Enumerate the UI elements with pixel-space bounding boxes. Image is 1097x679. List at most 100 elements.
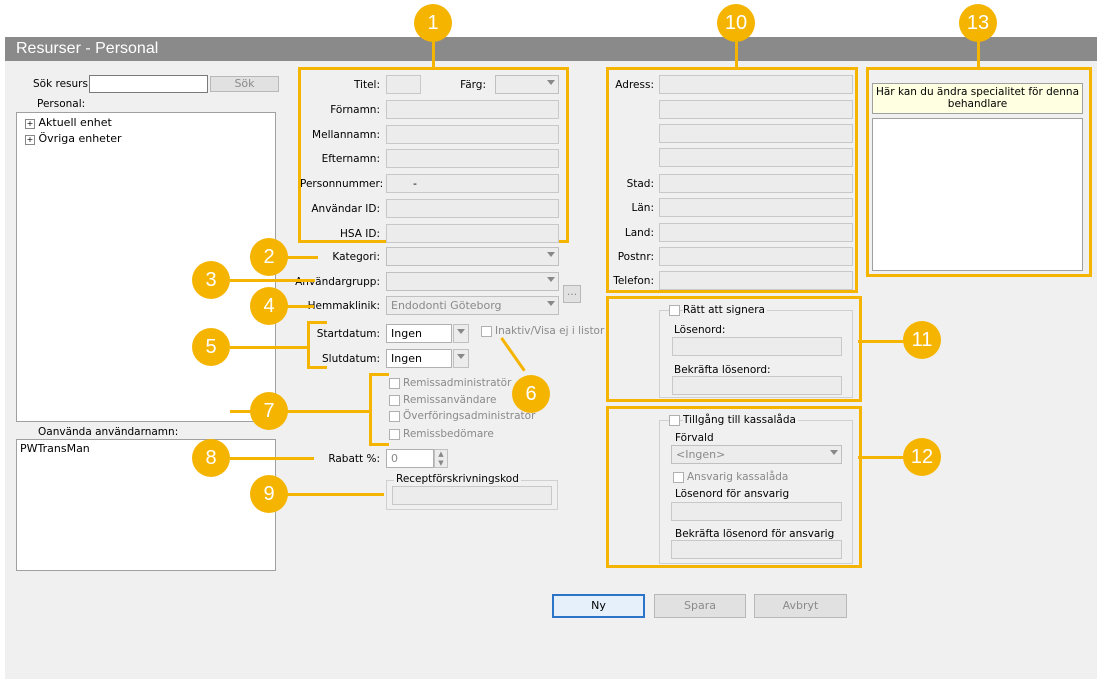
- specialitet-info: Här kan du ändra specialitet för denna b…: [872, 83, 1083, 114]
- lan-field[interactable]: [659, 198, 853, 217]
- farg-label: Färg:: [460, 79, 486, 91]
- adress-field-4[interactable]: [659, 148, 853, 167]
- hemmaklinik-more-button[interactable]: ...: [563, 285, 581, 303]
- list-item[interactable]: PWTransMan: [20, 442, 90, 455]
- role-checkbox[interactable]: [389, 411, 400, 422]
- callout-badge-7: 7: [250, 392, 288, 430]
- anvandargrupp-label: Användargrupp:: [295, 276, 380, 288]
- personnummer-value: -: [413, 177, 417, 190]
- startdatum-picker[interactable]: [453, 324, 469, 343]
- rabatt-field[interactable]: 0: [386, 449, 434, 468]
- spara-button[interactable]: Spara: [654, 594, 746, 618]
- callout-badge-6: 6: [512, 375, 550, 413]
- expand-icon[interactable]: +: [25, 119, 35, 129]
- adress-field-3[interactable]: [659, 124, 853, 143]
- bekrafta-label: Bekräfta lösenord:: [674, 364, 771, 376]
- tree-item-aktuell[interactable]: + Aktuell enhet: [25, 116, 112, 129]
- tillgang-checkbox[interactable]: [669, 415, 680, 426]
- tree-item-ovriga[interactable]: + Övriga enheter: [25, 132, 122, 145]
- losen-ansvarig-label: Lösenord för ansvarig: [675, 488, 790, 500]
- postnr-label: Postnr:: [617, 251, 654, 263]
- efternamn-field[interactable]: [386, 149, 559, 168]
- callout-badge-9: 9: [250, 475, 288, 513]
- land-field[interactable]: [659, 223, 853, 242]
- hemmaklinik-dropdown[interactable]: Endodonti Göteborg: [386, 296, 559, 315]
- titel-field[interactable]: [386, 75, 421, 94]
- farg-dropdown[interactable]: [495, 75, 559, 94]
- ratt-label: Rätt att signera: [683, 304, 767, 316]
- callout-line-5a: [307, 321, 327, 324]
- ny-button[interactable]: Ny: [552, 594, 645, 618]
- callout-badge-8: 8: [192, 439, 230, 477]
- avbryt-button[interactable]: Avbryt: [754, 594, 847, 618]
- kategori-dropdown[interactable]: [386, 247, 559, 266]
- callout-badge-4: 4: [250, 287, 288, 325]
- specialitet-list[interactable]: [872, 118, 1083, 271]
- rabatt-spinner[interactable]: ▲ ▼: [434, 449, 448, 468]
- mellannamn-label: Mellannamn:: [312, 129, 380, 141]
- fornamn-field[interactable]: [386, 100, 559, 119]
- anvandargrupp-dropdown[interactable]: [386, 272, 559, 291]
- recept-label: Receptförskrivningskod: [394, 473, 521, 485]
- startdatum-field[interactable]: Ingen: [386, 324, 452, 343]
- telefon-label: Telefon:: [613, 275, 654, 287]
- callout-line-8: [230, 457, 314, 460]
- tree-label: Aktuell enhet: [38, 116, 112, 129]
- losenord-field[interactable]: [672, 337, 842, 356]
- unused-label: Oanvända användarnamn:: [38, 426, 179, 438]
- fornamn-label: Förnamn:: [330, 104, 380, 116]
- slutdatum-label: Slutdatum:: [322, 353, 380, 365]
- personnummer-field[interactable]: -: [386, 174, 559, 193]
- bekrafta-field[interactable]: [672, 376, 842, 395]
- adress-field-1[interactable]: [659, 75, 853, 94]
- mellannamn-field[interactable]: [386, 125, 559, 144]
- forvald-value: <Ingen>: [676, 448, 726, 461]
- personnummer-label: Personnummer:: [300, 178, 384, 190]
- losenord-label: Lösenord:: [674, 324, 726, 336]
- ratt-checkbox[interactable]: [669, 305, 680, 316]
- inaktiv-label: Inaktiv/Visa ej i listor: [495, 325, 605, 337]
- role-checkbox[interactable]: [389, 429, 400, 440]
- efternamn-label: Efternamn:: [321, 153, 380, 165]
- hsa-id-field[interactable]: [386, 224, 559, 243]
- bekrafta-ansvarig-field[interactable]: [671, 540, 842, 559]
- search-input[interactable]: [89, 75, 208, 93]
- telefon-field[interactable]: [659, 271, 853, 290]
- forvald-dropdown[interactable]: <Ingen>: [671, 445, 842, 464]
- callout-line-13: [977, 38, 980, 68]
- callout-badge-11: 11: [903, 321, 941, 359]
- chevron-down-icon: [547, 80, 555, 85]
- callout-line-12: [858, 456, 908, 459]
- role-label: Remissbedömare: [403, 428, 494, 440]
- callout-badge-5: 5: [192, 328, 230, 366]
- recept-field[interactable]: [392, 486, 552, 505]
- losen-ansvarig-field[interactable]: [671, 502, 842, 521]
- search-label: Sök resurs:: [33, 78, 92, 90]
- inaktiv-checkbox[interactable]: [481, 326, 492, 337]
- callout-line-5: [230, 346, 310, 349]
- chevron-down-icon: [547, 301, 555, 306]
- adress-field-2[interactable]: [659, 100, 853, 119]
- stad-field[interactable]: [659, 174, 853, 193]
- role-label: Remissanvändare: [403, 394, 497, 406]
- callout-badge-10: 10: [717, 4, 755, 42]
- personal-tree[interactable]: + Aktuell enhet + Övriga enheter: [16, 112, 276, 422]
- search-button[interactable]: Sök: [210, 76, 279, 92]
- role-checkbox[interactable]: [389, 395, 400, 406]
- tree-label: Övriga enheter: [38, 132, 122, 145]
- chevron-down-icon: [830, 450, 838, 455]
- slutdatum-field[interactable]: Ingen: [386, 349, 452, 368]
- forvald-label: Förvald: [675, 432, 714, 444]
- expand-icon[interactable]: +: [25, 135, 35, 145]
- titel-label: Titel:: [353, 79, 380, 91]
- callout-line-7v: [369, 373, 372, 446]
- callout-badge-12: 12: [903, 438, 941, 476]
- anvandar-id-field[interactable]: [386, 199, 559, 218]
- personal-label: Personal:: [37, 98, 86, 110]
- slutdatum-picker[interactable]: [453, 349, 469, 368]
- hemmaklinik-value: Endodonti Göteborg: [391, 299, 502, 312]
- ansvarig-checkbox[interactable]: [673, 472, 684, 483]
- postnr-field[interactable]: [659, 247, 853, 266]
- callout-line-11: [858, 340, 908, 343]
- role-checkbox[interactable]: [389, 378, 400, 389]
